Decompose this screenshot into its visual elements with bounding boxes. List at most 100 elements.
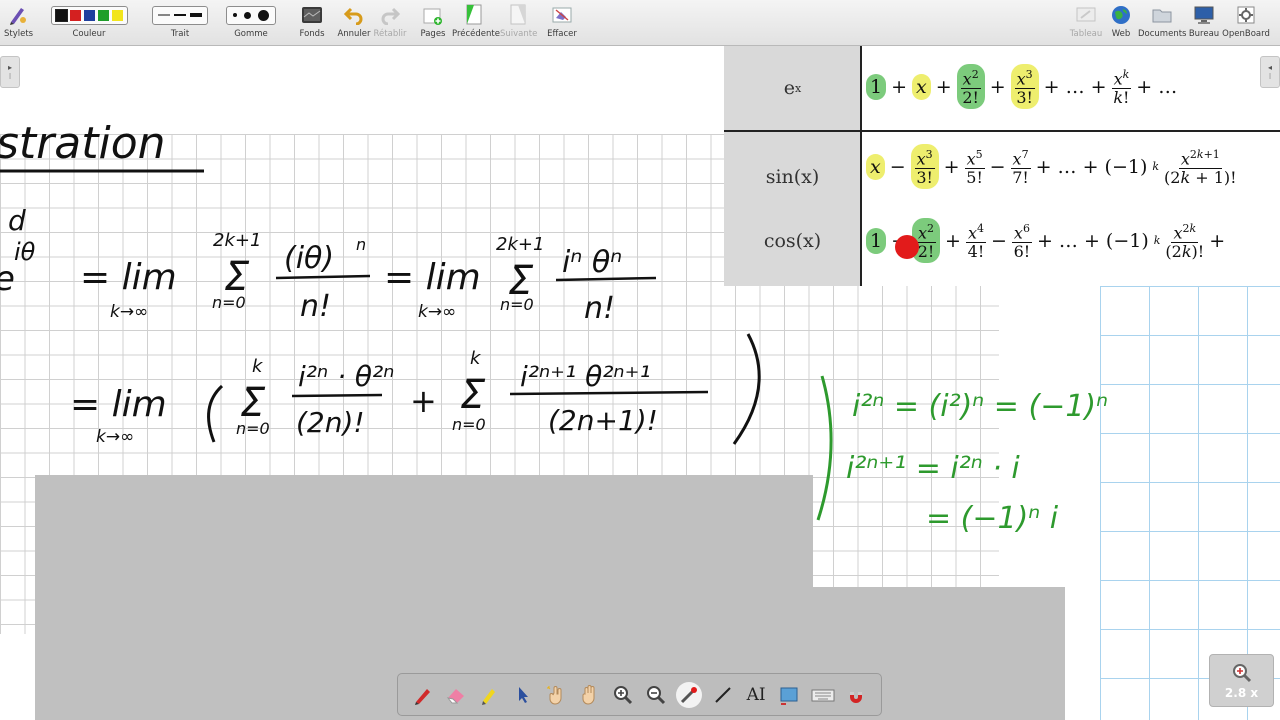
clear-icon xyxy=(552,7,572,23)
tool-dock: AI xyxy=(397,673,882,716)
line-tool[interactable] xyxy=(710,682,736,708)
color-blue-swatch[interactable] xyxy=(83,9,95,21)
board-icon xyxy=(1076,7,1096,22)
stylets-button[interactable]: Stylets xyxy=(4,2,34,44)
precedente-label: Précédente xyxy=(452,29,500,39)
line2-sumB-top: k xyxy=(470,348,482,369)
openboard-label: OpenBoard xyxy=(1222,29,1270,39)
color-yellow-swatch[interactable] xyxy=(111,9,123,21)
color-black-swatch[interactable] xyxy=(54,8,68,22)
background-icon xyxy=(302,7,322,23)
tableau-button[interactable]: Tableau xyxy=(1069,2,1103,44)
line-thin-option[interactable] xyxy=(158,10,170,21)
line1-frac1-num-sup: n xyxy=(356,235,366,254)
bureau-label: Bureau xyxy=(1188,29,1220,39)
redo-icon xyxy=(381,7,401,25)
pages-button[interactable]: Pages xyxy=(418,2,448,44)
precedente-button[interactable]: Précédente xyxy=(452,2,500,44)
bureau-button[interactable]: Bureau xyxy=(1188,2,1220,44)
capture-icon xyxy=(780,687,798,705)
openboard-button[interactable]: OpenBoard xyxy=(1222,2,1270,44)
color-green-swatch[interactable] xyxy=(97,9,109,21)
highlighter-tool[interactable] xyxy=(476,682,502,708)
gear-icon xyxy=(1237,6,1255,24)
color-palette xyxy=(50,5,128,25)
whiteboard-canvas[interactable]: ex sin(x) cos(x) 1 + x + x2 2! + x3 3! + … + xk k! +… xyxy=(0,46,1280,720)
eraser-size-selector xyxy=(226,5,276,25)
title-fragment: stration xyxy=(0,118,166,169)
line1-lim-sub1: k→∞ xyxy=(110,302,148,322)
green-note-2: i²ⁿ⁺¹ = i²ⁿ · i xyxy=(846,451,1020,486)
fonds-button[interactable]: Fonds xyxy=(296,2,328,44)
capture-tool[interactable] xyxy=(776,682,802,708)
effacer-button[interactable]: Effacer xyxy=(546,2,578,44)
green-note-3: = (−1)ⁿ i xyxy=(926,501,1059,536)
eraser-medium-option[interactable] xyxy=(244,11,251,19)
line1-frac1-num: (iθ) xyxy=(284,241,334,276)
color-red-swatch[interactable] xyxy=(69,9,81,21)
top-toolbar: Stylets Couleur Trait Gomme Fonds Annule… xyxy=(0,0,1280,46)
eraser-icon xyxy=(446,688,465,703)
line2-sumA-bottom: n=0 xyxy=(236,419,270,438)
eraser-small-option[interactable] xyxy=(233,13,237,17)
cursor-arrow-icon xyxy=(518,686,528,703)
line2-sumB-sigma: Σ xyxy=(460,372,486,418)
line2-open-paren xyxy=(207,384,224,443)
zoom-in-icon xyxy=(613,685,632,704)
highlighter-icon xyxy=(482,688,496,705)
line-width-selector xyxy=(152,5,208,25)
suivante-button[interactable]: Suivante xyxy=(500,2,537,44)
monitor-icon xyxy=(1194,6,1214,24)
line-thick-option[interactable] xyxy=(190,10,202,21)
right-panel-toggle[interactable]: ◂ ⁝ xyxy=(1260,56,1280,88)
retablir-label: Rétablir xyxy=(373,29,407,39)
line2-fracB-den: (2n+1)! xyxy=(548,404,658,437)
eraser-large-option[interactable] xyxy=(258,9,269,21)
pen-palette-icon xyxy=(10,8,26,25)
laser-pointer-icon xyxy=(681,686,698,703)
text-tool[interactable]: AI xyxy=(743,682,769,708)
line2-sumA-top: k xyxy=(252,356,264,377)
left-panel-toggle[interactable]: ▸ ⁝ xyxy=(0,56,20,88)
line1-sum1-top: 2k+1 xyxy=(213,230,261,251)
magnet-tool[interactable] xyxy=(843,682,869,708)
zoom-value: 2.8 x xyxy=(1224,685,1259,700)
line1-lhs-a: d xyxy=(8,204,26,237)
undo-icon xyxy=(343,7,363,25)
laser-pointer-dot xyxy=(895,235,919,259)
stylets-label: Stylets xyxy=(4,29,34,39)
keyboard-tool[interactable] xyxy=(810,682,836,708)
zoom-indicator[interactable]: 2.8 x xyxy=(1209,654,1274,707)
line1-frac1-bar xyxy=(275,274,371,280)
zoom-icon xyxy=(1232,663,1251,682)
line-medium-option[interactable] xyxy=(174,10,186,21)
zoom-in-tool[interactable] xyxy=(610,682,636,708)
next-page-icon xyxy=(510,4,526,25)
line2-lim-sub: k→∞ xyxy=(96,427,134,447)
chevron-left-icon: ◂ xyxy=(1267,63,1272,72)
line-icon xyxy=(715,686,731,703)
hand-sparkle-icon xyxy=(547,685,562,705)
pen-tool[interactable] xyxy=(410,682,436,708)
documents-button[interactable]: Documents xyxy=(1138,2,1186,44)
hand-pan-icon xyxy=(582,684,595,705)
laser-tool[interactable] xyxy=(676,681,703,708)
line2-fracA-den: (2n)! xyxy=(296,406,365,439)
interact-tool[interactable] xyxy=(543,682,569,708)
zoom-out-tool[interactable] xyxy=(643,682,669,708)
couleur-group: Couleur xyxy=(40,2,138,44)
line2-plus: + xyxy=(410,382,437,420)
documents-label: Documents xyxy=(1138,29,1187,39)
pages-label: Pages xyxy=(420,29,446,39)
select-tool[interactable] xyxy=(510,682,536,708)
keyboard-icon xyxy=(811,689,835,701)
pan-tool[interactable] xyxy=(576,682,602,708)
eraser-tool[interactable] xyxy=(443,682,469,708)
web-button[interactable]: Web xyxy=(1108,2,1134,44)
line1-sum2-top: 2k+1 xyxy=(496,234,544,255)
retablir-button[interactable]: Rétablir xyxy=(373,2,407,44)
line1-sum1-bottom: n=0 xyxy=(212,293,246,312)
line2-fracB-num: i²ⁿ⁺¹ θ²ⁿ⁺¹ xyxy=(520,360,651,393)
line2-eq: = lim xyxy=(70,384,167,425)
annuler-button[interactable]: Annuler xyxy=(337,2,371,44)
